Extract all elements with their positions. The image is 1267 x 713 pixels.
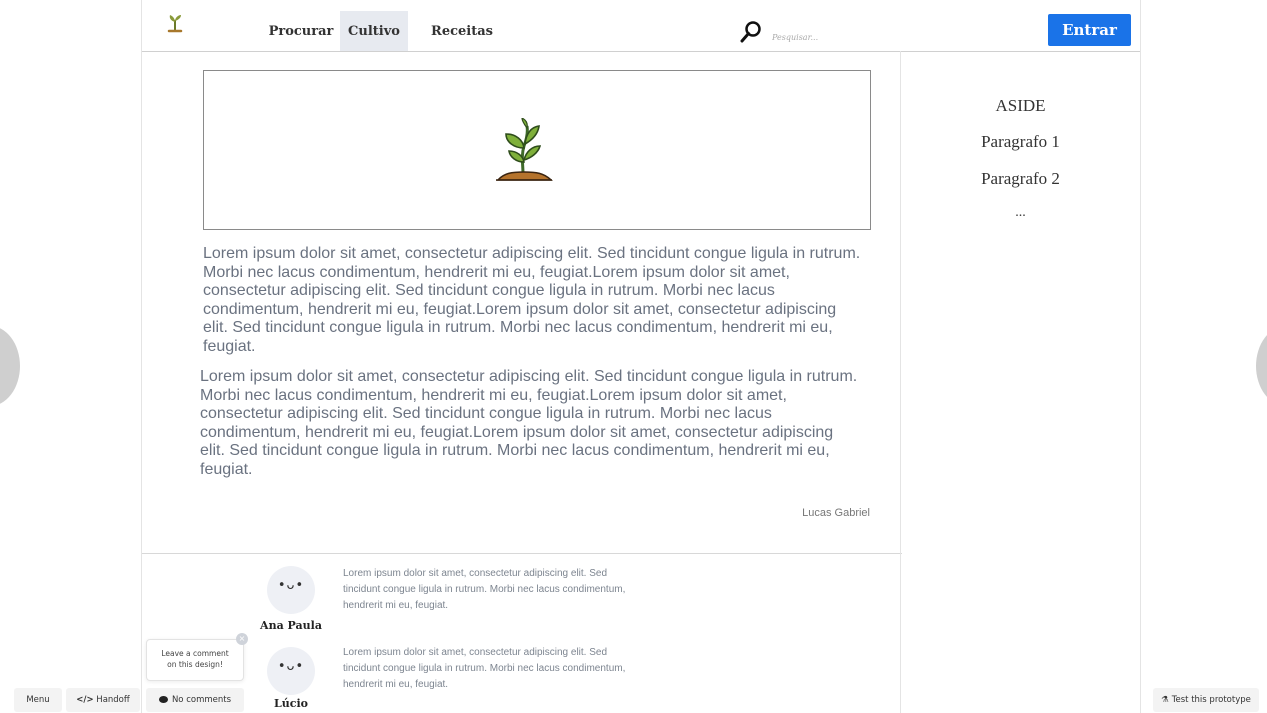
article-paragraph-2: Lorem ipsum dolor sit amet, consectetur … <box>200 368 858 478</box>
avatar: •ᴗ• <box>267 566 315 614</box>
avatar: •ᴗ• <box>267 647 315 695</box>
comment-text: Lorem ipsum dolor sit amet, consectetur … <box>343 647 626 690</box>
comment-tooltip: Leave a comment on this design! <box>146 639 244 681</box>
nav-cultivo[interactable]: Cultivo <box>340 11 408 51</box>
smiley-face-icon: •ᴗ• <box>277 659 305 674</box>
speech-bubble-icon <box>158 696 168 703</box>
aside-link-paragrafo-1[interactable]: Paragrafo 1 <box>901 132 1140 152</box>
login-button[interactable]: Entrar <box>1048 14 1131 46</box>
aside-panel: ASIDE Paragrafo 1 Paragrafo 2 ... <box>901 51 1140 713</box>
comments-divider <box>142 553 902 554</box>
aside-link-paragrafo-2[interactable]: Paragrafo 2 <box>901 169 1140 189</box>
close-icon[interactable]: × <box>236 633 248 645</box>
comment-author: Ana Paula <box>260 619 322 632</box>
page-frame: Procurar Cultivo Receitas Entrar Lorem i… <box>141 0 1141 713</box>
search-input[interactable] <box>772 29 932 45</box>
handoff-label: Handoff <box>96 695 130 705</box>
aside-heading: ASIDE <box>995 96 1046 115</box>
previous-screen-button[interactable] <box>0 326 20 406</box>
comment-author: Lúcio <box>274 697 308 710</box>
aside-more: ... <box>1015 205 1026 220</box>
article-paragraph-1: Lorem ipsum dolor sit amet, consectetur … <box>203 245 861 355</box>
comment-text: Lorem ipsum dolor sit amet, consectetur … <box>343 568 626 611</box>
sprout-logo-icon[interactable] <box>164 12 186 34</box>
sprout-icon <box>496 118 553 181</box>
smiley-face-icon: •ᴗ• <box>277 578 305 593</box>
code-icon: </> <box>76 695 94 705</box>
nav-receitas[interactable]: Receitas <box>424 11 500 51</box>
comments-label: No comments <box>171 695 232 705</box>
next-screen-button[interactable] <box>1256 326 1267 406</box>
handoff-button[interactable]: </> Handoff <box>66 688 140 712</box>
top-navbar: Procurar Cultivo Receitas Entrar <box>142 0 1140 52</box>
nav-procurar[interactable]: Procurar <box>260 11 342 51</box>
flask-icon: ⚗ <box>1161 695 1169 705</box>
comments-button[interactable]: No comments <box>146 688 244 712</box>
search-icon[interactable] <box>740 20 762 44</box>
test-prototype-button[interactable]: ⚗ Test this prototype <box>1153 688 1259 712</box>
hero-image-box <box>203 70 871 230</box>
menu-button[interactable]: Menu <box>14 688 62 712</box>
test-prototype-label: Test this prototype <box>1171 695 1251 705</box>
author-name: Lucas Gabriel <box>802 507 870 519</box>
